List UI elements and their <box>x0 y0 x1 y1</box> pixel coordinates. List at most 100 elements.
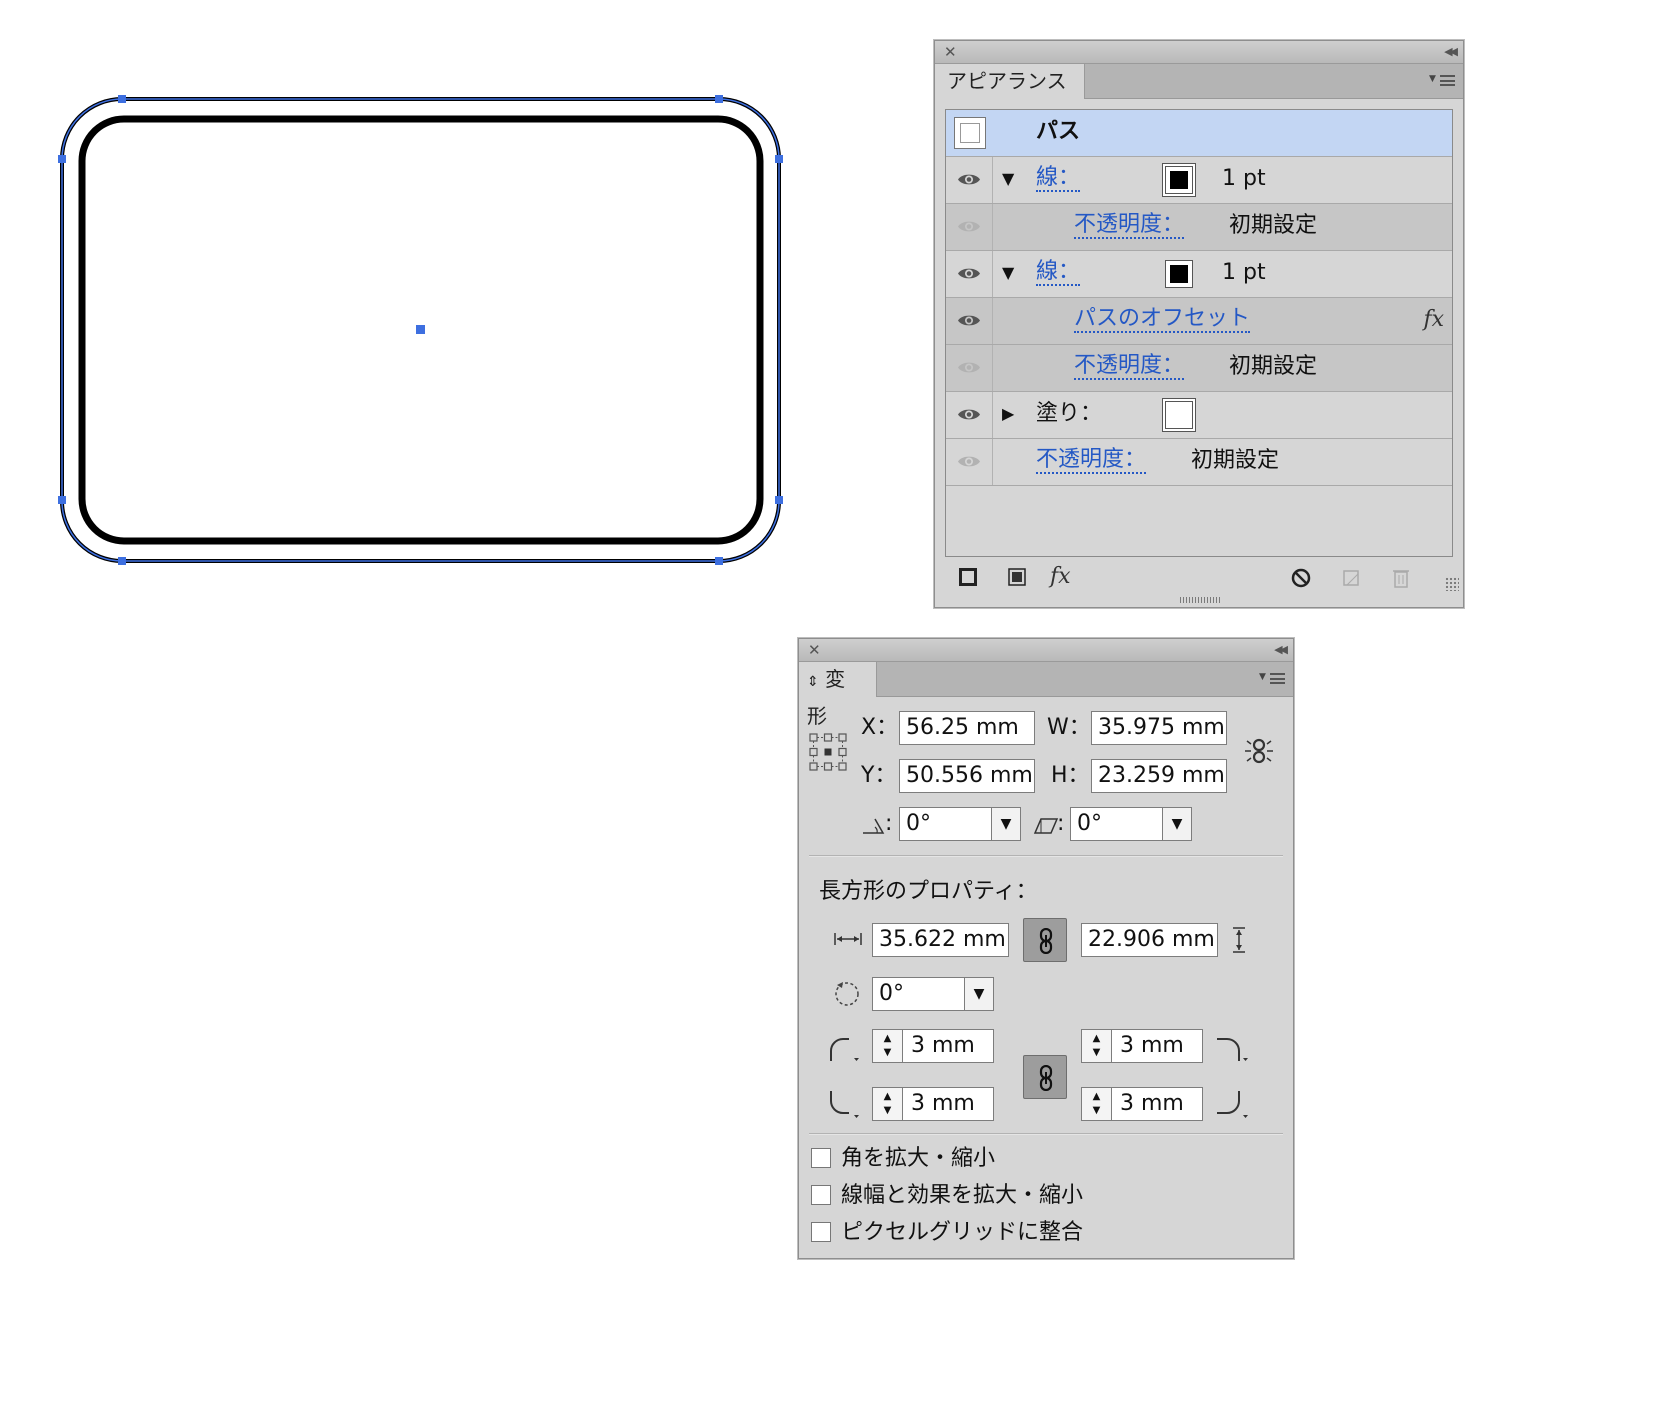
artboard-canvas[interactable] <box>0 0 800 620</box>
stepper-icon[interactable]: ▲ ▼ <box>1082 1030 1112 1062</box>
rect-properties-heading: 長方形のプロパティ： <box>819 879 1038 904</box>
corner-tr-value[interactable]: 3 mm <box>1120 1033 1184 1058</box>
corner-br-field[interactable]: ▲ ▼ 3 mm <box>1081 1087 1203 1121</box>
center-point <box>416 325 425 334</box>
anchor-points[interactable] <box>58 95 783 565</box>
shear-label: : <box>1057 811 1065 836</box>
appearance-footer: fx <box>935 557 1463 597</box>
y-field[interactable]: 50.556 mm <box>899 759 1035 793</box>
corner-tr-field[interactable]: ▲ ▼ 3 mm <box>1081 1029 1203 1063</box>
tab-transform[interactable]: ⇕ 変形 <box>799 662 877 728</box>
rect-rotate-value[interactable]: 0° <box>879 981 904 1006</box>
panel-menu-icon[interactable]: ▼ <box>1429 72 1455 90</box>
stroke-color-swatch[interactable] <box>1165 260 1193 288</box>
eye-icon-disabled <box>958 456 980 467</box>
corner-tl-value[interactable]: 3 mm <box>911 1033 975 1058</box>
stroke-link[interactable]: 線： <box>1036 260 1081 286</box>
appearance-row-offset-path[interactable]: パスのオフセット fx <box>946 298 1452 345</box>
opacity-link[interactable]: 不透明度： <box>1074 354 1185 380</box>
rect-rotate-combo[interactable]: 0° ▼ <box>872 977 994 1011</box>
stroke-weight[interactable]: 1 pt <box>1222 166 1266 192</box>
eye-icon[interactable] <box>957 266 981 281</box>
corner-bottom-left-icon[interactable] <box>827 1089 861 1121</box>
scale-corners-option[interactable]: 角を拡大・縮小 <box>811 1145 995 1173</box>
stroke-link[interactable]: 線： <box>1036 166 1081 192</box>
corner-radius-link-button[interactable] <box>1023 1055 1067 1099</box>
dropdown-arrow-icon[interactable]: ▼ <box>964 978 993 1010</box>
opacity-link[interactable]: 不透明度： <box>1074 213 1185 239</box>
chain-link-icon <box>1039 1065 1053 1091</box>
opacity-value: 初期設定 <box>1229 354 1318 379</box>
scale-corners-checkbox[interactable] <box>811 1148 831 1168</box>
fill-color-swatch[interactable] <box>1165 401 1193 429</box>
panel-menu-icon[interactable]: ▼ <box>1259 670 1285 688</box>
corner-bl-field[interactable]: ▲ ▼ 3 mm <box>872 1087 994 1121</box>
scale-strokes-option[interactable]: 線幅と効果を拡大・縮小 <box>811 1182 1083 1210</box>
disclosure-collapsed-icon[interactable]: ▶ <box>1002 404 1014 423</box>
stroke-color-swatch[interactable] <box>1165 166 1193 194</box>
transform-panel: ✕ ◀◀ ⇕ 変形 ▼ X： 56.25 mm W： 35.975 mm Y： … <box>798 638 1294 1259</box>
rect-width-field[interactable]: 35.622 mm <box>872 923 1009 957</box>
offset-path-link[interactable]: パスのオフセット <box>1074 307 1251 333</box>
add-new-fill-icon[interactable] <box>1008 568 1026 586</box>
align-pixel-grid-checkbox[interactable] <box>811 1222 831 1242</box>
stroke-weight[interactable]: 1 pt <box>1222 260 1266 286</box>
x-field[interactable]: 56.25 mm <box>899 711 1035 745</box>
h-field[interactable]: 23.259 mm <box>1091 759 1227 793</box>
opacity-link[interactable]: 不透明度： <box>1036 448 1147 474</box>
appearance-row-opacity-2[interactable]: 不透明度： 初期設定 <box>946 345 1452 392</box>
collapse-icon[interactable]: ◀◀ <box>1274 640 1288 660</box>
panel-resize-handle[interactable] <box>1180 597 1220 603</box>
eye-icon-disabled <box>958 362 980 373</box>
dropdown-arrow-icon[interactable]: ▼ <box>1162 808 1191 840</box>
clear-appearance-icon[interactable] <box>1291 568 1311 588</box>
eye-icon-disabled <box>958 221 980 232</box>
panel-titlebar[interactable]: ✕ ◀◀ <box>799 639 1293 662</box>
x-label: X： <box>861 715 899 740</box>
add-effect-icon[interactable]: fx <box>1050 564 1071 589</box>
stepper-icon[interactable]: ▲ ▼ <box>873 1088 903 1120</box>
shear-value[interactable]: 0° <box>1077 811 1102 836</box>
stepper-icon[interactable]: ▲ ▼ <box>873 1030 903 1062</box>
appearance-row-opacity-3[interactable]: 不透明度： 初期設定 <box>946 439 1452 486</box>
appearance-row-path[interactable]: パス <box>946 110 1452 157</box>
rect-height-icon <box>1233 927 1245 953</box>
constrain-proportions-icon[interactable] <box>1243 735 1275 767</box>
stepper-icon[interactable]: ▲ ▼ <box>1082 1088 1112 1120</box>
dropdown-arrow-icon[interactable]: ▼ <box>991 808 1020 840</box>
corner-tl-field[interactable]: ▲ ▼ 3 mm <box>872 1029 994 1063</box>
disclosure-expanded-icon[interactable]: ▼ <box>1002 169 1014 188</box>
add-new-stroke-icon[interactable] <box>959 568 977 586</box>
eye-icon[interactable] <box>957 313 981 328</box>
close-icon[interactable]: ✕ <box>944 42 957 62</box>
rotate-value[interactable]: 0° <box>906 811 931 836</box>
tab-appearance[interactable]: アピアランス <box>935 64 1085 99</box>
panel-titlebar[interactable]: ✕ ◀◀ <box>935 41 1463 64</box>
rect-height-field[interactable]: 22.906 mm <box>1081 923 1218 957</box>
resize-grip-icon[interactable] <box>1445 577 1459 591</box>
eye-icon[interactable] <box>957 172 981 187</box>
shear-combo[interactable]: 0° ▼ <box>1070 807 1192 841</box>
close-icon[interactable]: ✕ <box>808 640 821 660</box>
disclosure-expanded-icon[interactable]: ▼ <box>1002 263 1014 282</box>
eye-icon[interactable] <box>957 407 981 422</box>
rotate-combo[interactable]: 0° ▼ <box>899 807 1021 841</box>
collapse-icon[interactable]: ◀◀ <box>1444 42 1458 62</box>
appearance-row-stroke-2[interactable]: ▼ 線： 1 pt <box>946 251 1452 298</box>
opacity-value: 初期設定 <box>1191 448 1280 473</box>
appearance-row-stroke-1[interactable]: ▼ 線： 1 pt <box>946 157 1452 204</box>
corner-bl-value[interactable]: 3 mm <box>911 1091 975 1116</box>
appearance-row-opacity-1[interactable]: 不透明度： 初期設定 <box>946 204 1452 251</box>
corner-br-value[interactable]: 3 mm <box>1120 1091 1184 1116</box>
corner-bottom-right-icon[interactable] <box>1215 1089 1253 1121</box>
w-field[interactable]: 35.975 mm <box>1091 711 1227 745</box>
scale-strokes-checkbox[interactable] <box>811 1185 831 1205</box>
rect-size-link-button[interactable] <box>1023 918 1067 962</box>
corner-top-left-icon[interactable] <box>827 1033 861 1065</box>
corner-top-right-icon[interactable] <box>1215 1033 1253 1065</box>
section-divider <box>809 855 1283 857</box>
align-pixel-grid-option[interactable]: ピクセルグリッドに整合 <box>811 1219 1083 1247</box>
reference-point-icon[interactable] <box>809 733 847 771</box>
tab-strip: ⇕ 変形 ▼ <box>799 662 1293 728</box>
appearance-row-fill[interactable]: ▶ 塗り： <box>946 392 1452 439</box>
